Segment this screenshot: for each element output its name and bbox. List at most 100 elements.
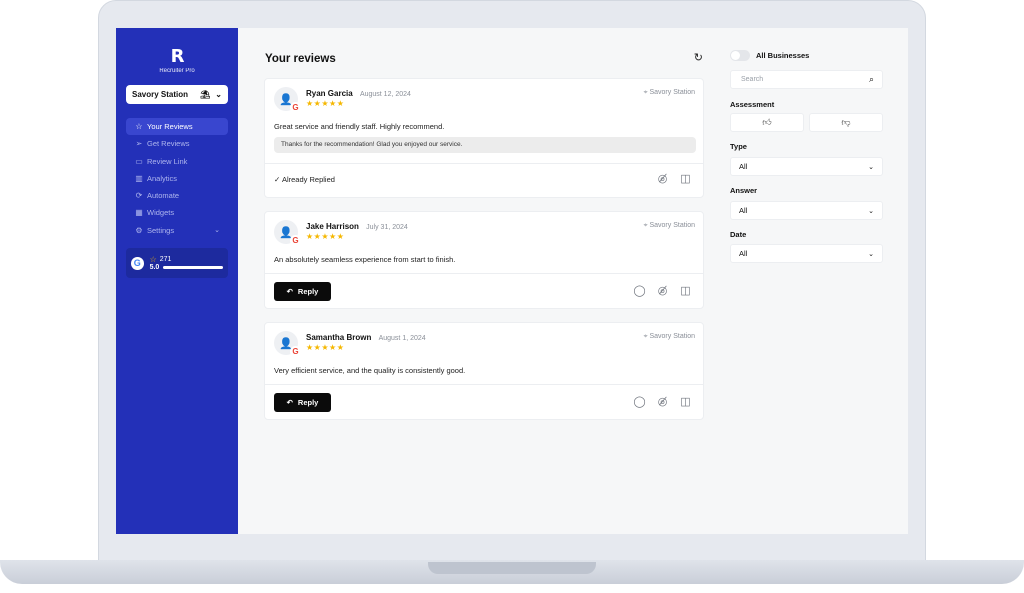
app-screen: R Recruiter Pro Savory Station ⛱ ⌄ ☆ You… (116, 28, 908, 534)
sidebar-item-review-link[interactable]: ▭ Review Link (126, 153, 228, 170)
date-select[interactable]: All ⌄ (730, 244, 883, 263)
sidebar-item-widgets[interactable]: ▦ Widgets (126, 204, 228, 221)
answer-select-value: All (739, 206, 748, 215)
page-title: Your reviews (265, 53, 336, 65)
instagram-icon[interactable]: ◫ (679, 395, 692, 408)
location-pin-icon: ⌖ (643, 333, 648, 340)
divider (265, 273, 703, 274)
google-icon: G (290, 346, 301, 357)
send-icon: ➢ (135, 139, 143, 149)
search-input[interactable]: Search ⌕ (730, 70, 883, 89)
star-rating: ★★★★★ (306, 343, 345, 352)
sidebar-item-get-reviews[interactable]: ➢ Get Reviews (126, 135, 228, 152)
divider (265, 163, 703, 164)
sidebar-item-settings[interactable]: ⚙ Settings ⌄ (126, 222, 228, 239)
reply-icon: ↶ (286, 287, 293, 296)
sidebar-item-label: Get Reviews (147, 139, 190, 149)
approve-icon[interactable]: ◯ (633, 284, 646, 297)
chevron-down-icon: ⌄ (214, 227, 220, 235)
google-rating-card[interactable]: G ☆ 271 5.0 (126, 248, 228, 278)
refresh-icon[interactable]: ↻ (694, 51, 703, 64)
all-businesses-toggle[interactable] (730, 50, 750, 61)
review-location: ⌖ Savory Station (644, 89, 695, 97)
reviewer-name: Ryan Garcia August 12, 2024 (306, 89, 411, 98)
replied-status: ✓ Already Replied (274, 175, 335, 184)
star-icon: ☆ (149, 255, 157, 264)
type-label: Type (730, 142, 747, 151)
app-logo[interactable]: R Recruiter Pro (134, 46, 220, 74)
instagram-icon[interactable]: ◫ (679, 172, 692, 185)
review-text: Great service and friendly staff. Highly… (274, 122, 445, 131)
date-select-value: All (739, 249, 748, 258)
sidebar-item-label: Your Reviews (147, 122, 193, 131)
review-location: ⌖ Savory Station (644, 333, 695, 341)
review-date: August 12, 2024 (359, 91, 411, 98)
reply-icon: ↶ (286, 398, 293, 407)
reviewer-name: Samantha Brown August 1, 2024 (306, 333, 426, 342)
automate-icon: ⟳ (135, 191, 143, 201)
answer-label: Answer (730, 186, 758, 195)
google-icon: G (131, 256, 144, 270)
location-text: Savory Station (649, 222, 695, 229)
location-text: Savory Station (649, 89, 695, 96)
check-icon: ✓ (274, 175, 281, 184)
type-select[interactable]: All ⌄ (730, 157, 883, 176)
location-pin-icon: ⌖ (643, 89, 648, 96)
logo-mark: R (170, 46, 185, 67)
date-label: Date (730, 230, 747, 239)
reviews-main: Your reviews ↻ 👤 G Ryan Garcia August 12… (264, 28, 706, 534)
approve-icon[interactable]: ◯ (633, 395, 646, 408)
review-text: An absolutely seamless experience from s… (274, 255, 456, 264)
divider (265, 384, 703, 385)
rating-value: 5.0 (149, 264, 160, 271)
location-pin-icon: ⌖ (643, 222, 648, 229)
review-card: 👤 G Ryan Garcia August 12, 2024 ★★★★★ ⌖ … (264, 78, 704, 198)
answer-select[interactable]: All ⌄ (730, 201, 883, 220)
review-card: 👤 G Samantha Brown August 1, 2024 ★★★★★ … (264, 322, 704, 420)
reply-button-label: Reply (297, 287, 319, 296)
business-logo-icon: ⛱ (200, 90, 211, 99)
business-select[interactable]: Savory Station ⛱ ⌄ (126, 85, 228, 104)
type-select-value: All (739, 162, 748, 171)
thumbs-down-icon[interactable]: 👎︎ (809, 113, 883, 132)
sidebar-item-automate[interactable]: ⟳ Automate (126, 187, 228, 204)
reviewer-name-text: Ryan Garcia (306, 89, 353, 98)
review-date: August 1, 2024 (378, 335, 426, 342)
google-icon: G (290, 235, 301, 246)
search-placeholder: Search (741, 76, 764, 83)
hide-icon[interactable]: ◎̸ (656, 172, 669, 185)
chevron-down-icon: ⌄ (868, 163, 874, 171)
sidebar-nav: ☆ Your Reviews ➢ Get Reviews ▭ Review Li… (126, 118, 228, 239)
reviewer-name-text: Jake Harrison (306, 222, 359, 231)
reply-button[interactable]: ↶ Reply (274, 282, 331, 301)
assessment-buttons: 👍︎ 👎︎ (730, 113, 883, 132)
star-rating: ★★★★★ (306, 232, 345, 241)
hide-icon[interactable]: ◎̸ (656, 395, 669, 408)
thumbs-up-icon[interactable]: 👍︎ (730, 113, 804, 132)
sidebar-item-label: Analytics (147, 173, 178, 183)
monitor-icon: ▭ (135, 156, 143, 166)
sidebar-item-your-reviews[interactable]: ☆ Your Reviews (126, 118, 228, 135)
logo-text: Recruiter Pro (159, 68, 195, 74)
sidebar-item-analytics[interactable]: ▥ Analytics (126, 170, 228, 187)
reply-button-label: Reply (297, 398, 319, 407)
avatar: 👤 G (274, 220, 301, 246)
reviewer-name: Jake Harrison July 31, 2024 (306, 222, 408, 231)
hide-icon[interactable]: ◎̸ (656, 284, 669, 297)
filter-panel: All Businesses Search ⌕ Assessment 👍︎ 👎︎… (730, 28, 884, 534)
instagram-icon[interactable]: ◫ (679, 284, 692, 297)
sidebar-item-label: Widgets (147, 208, 175, 218)
sidebar-item-label: Settings (147, 225, 175, 235)
avatar: 👤 G (274, 87, 301, 113)
chevron-down-icon: ⌄ (215, 90, 222, 99)
sidebar-item-label: Review Link (147, 156, 188, 166)
review-text: Very efficient service, and the quality … (274, 366, 466, 375)
reviewer-name-text: Samantha Brown (306, 333, 372, 342)
reply-button[interactable]: ↶ Reply (274, 393, 331, 412)
gear-icon: ⚙ (135, 225, 143, 235)
search-icon: ⌕ (868, 74, 874, 84)
replied-status-text: Already Replied (281, 175, 335, 184)
widgets-icon: ▦ (135, 208, 143, 218)
review-count: 271 (159, 256, 172, 263)
review-card: 👤 G Jake Harrison July 31, 2024 ★★★★★ ⌖ … (264, 211, 704, 309)
